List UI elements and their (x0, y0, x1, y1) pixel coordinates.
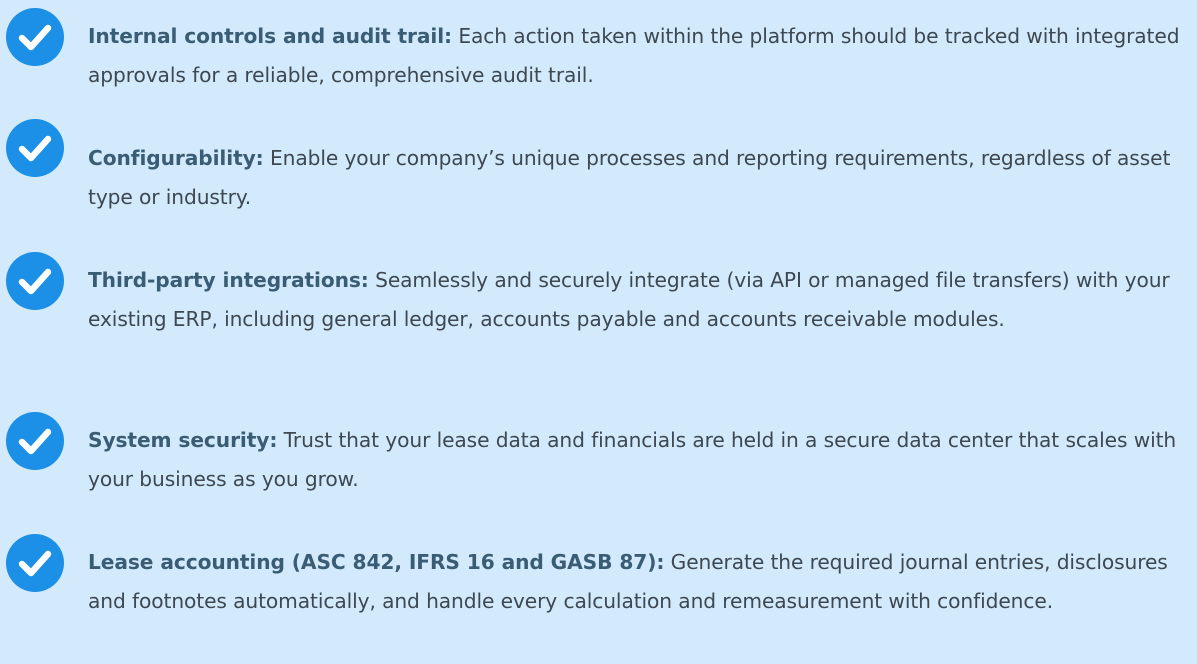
list-item-title: Lease accounting (ASC 842, IFRS 16 and G… (88, 550, 665, 574)
list-item-text: Third-party integrations: Seamlessly and… (88, 261, 1192, 339)
check-circle-icon (6, 412, 64, 470)
check-circle-icon (6, 252, 64, 310)
check-circle-icon (6, 534, 64, 592)
list-item-title: Configurability: (88, 146, 264, 170)
list-item-title: Internal controls and audit trail: (88, 24, 453, 48)
check-circle-icon (6, 8, 64, 66)
list-item-text: Internal controls and audit trail: Each … (88, 17, 1192, 95)
feature-checklist: Internal controls and audit trail: Each … (0, 0, 1197, 664)
list-item-text: Configurability: Enable your company’s u… (88, 139, 1192, 217)
list-item-text: Lease accounting (ASC 842, IFRS 16 and G… (88, 543, 1192, 621)
list-item-title: System security: (88, 428, 278, 452)
list-item-text: System security: Trust that your lease d… (88, 421, 1192, 499)
check-circle-icon (6, 119, 64, 177)
list-item-title: Third-party integrations: (88, 268, 369, 292)
